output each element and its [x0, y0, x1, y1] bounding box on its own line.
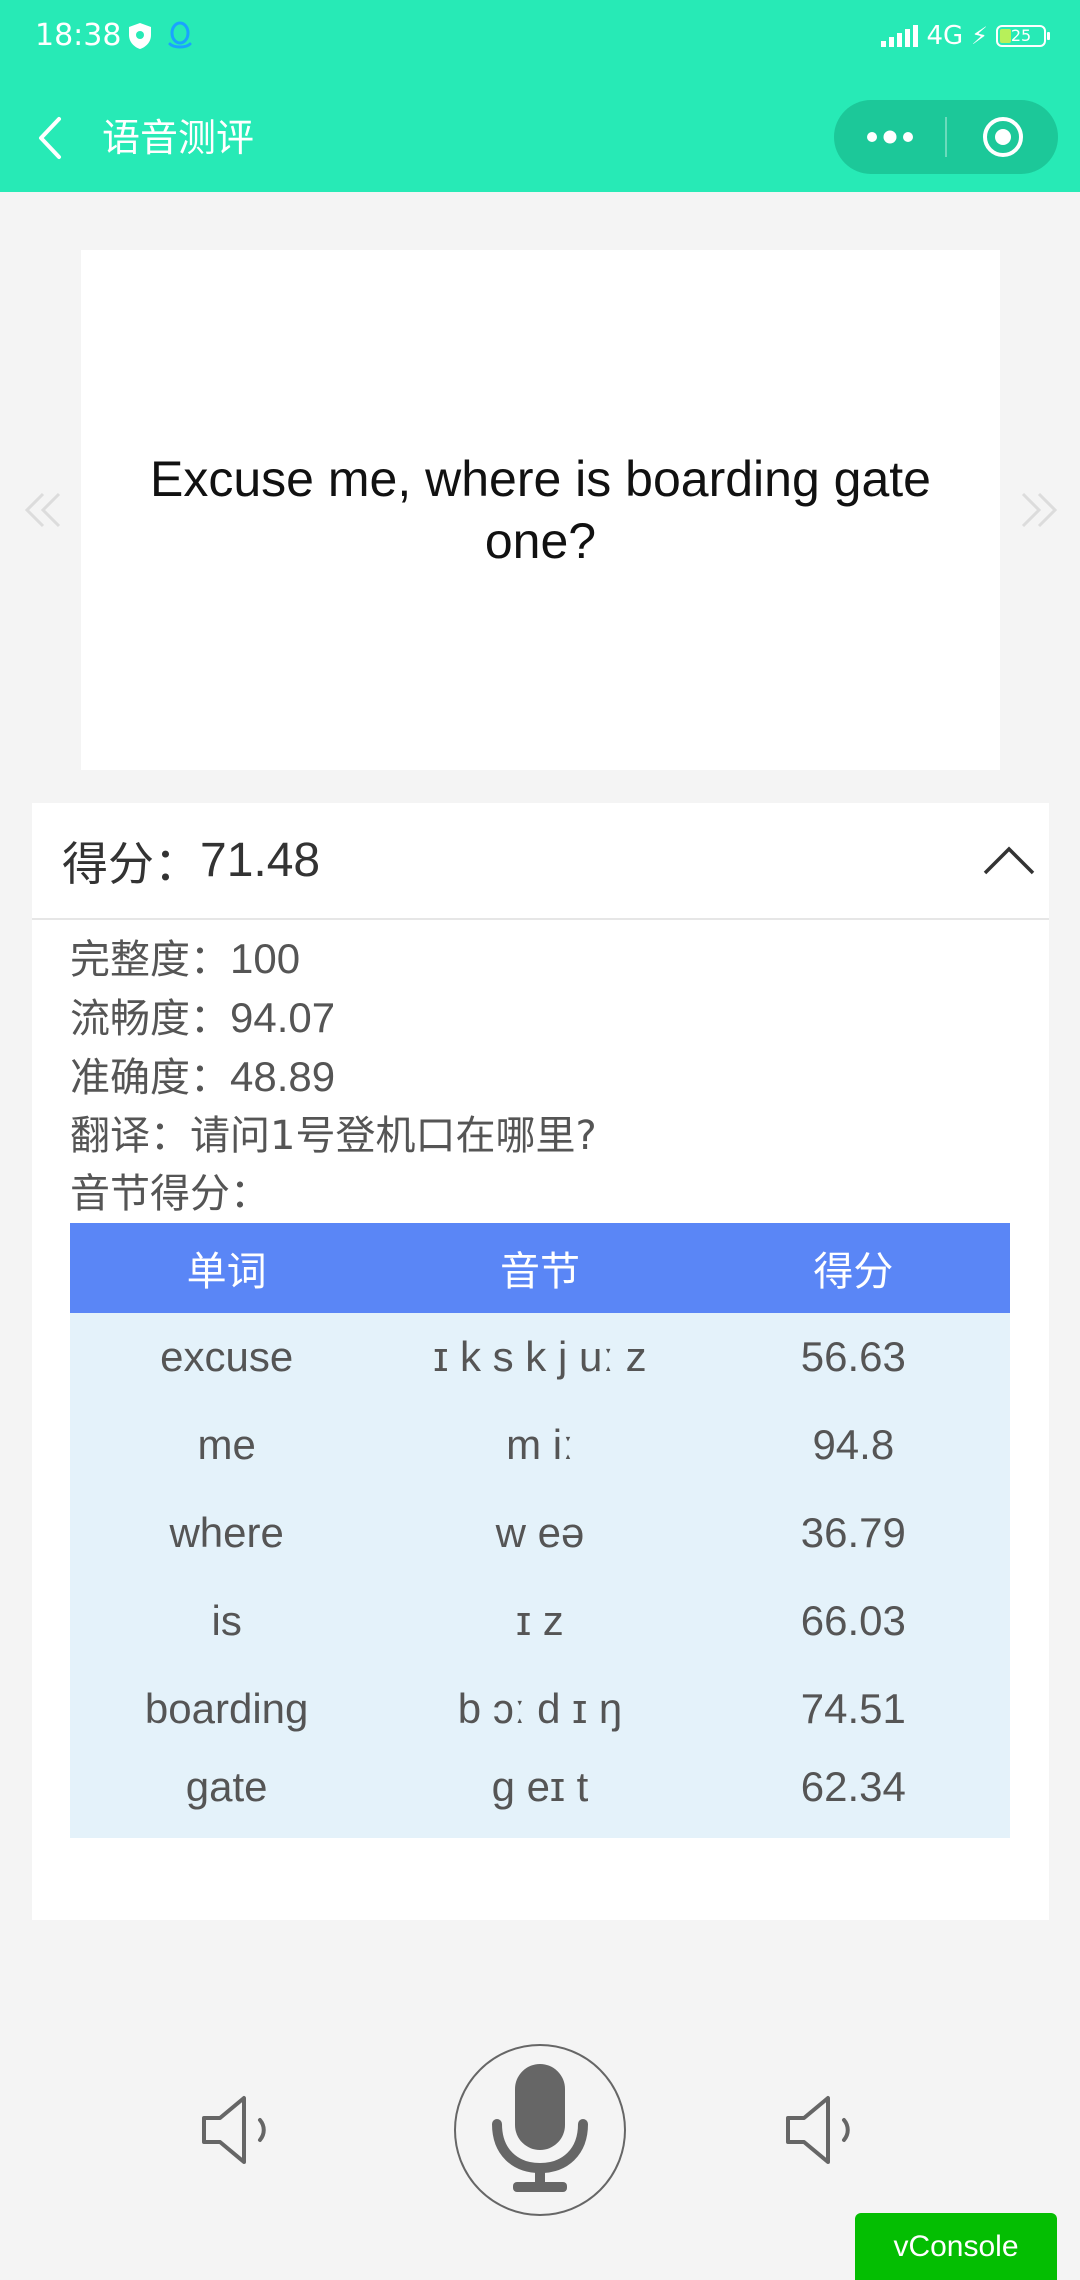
cell-word: me [70, 1401, 384, 1489]
back-button[interactable] [26, 108, 74, 168]
cell-word: is [70, 1577, 384, 1665]
qq-icon [168, 21, 192, 49]
score-label: 得分： [62, 836, 200, 891]
table-header-row: 单词 音节 得分 [70, 1223, 1010, 1313]
more-button[interactable] [834, 100, 945, 174]
charging-icon: ⚡ [971, 22, 988, 50]
column-header-word: 单词 [70, 1223, 384, 1313]
table-row: gate g eɪ t 62.34 [70, 1753, 1010, 1838]
table-row: me m iː 94.8 [70, 1401, 1010, 1489]
battery-level: 25 [1010, 26, 1032, 45]
signal-icon [881, 25, 919, 47]
network-type: 4G [926, 21, 964, 51]
double-chevron-right-icon [1021, 492, 1058, 528]
cell-word: gate [70, 1753, 384, 1838]
chevron-left-icon [39, 117, 61, 159]
cell-word: excuse [70, 1313, 384, 1401]
next-sentence-button[interactable] [1014, 485, 1064, 535]
score-panel: 得分： 71.48 完整度：100 流畅度：94.07 准确度：48.89 翻译… [32, 803, 1049, 1920]
chevron-up-icon[interactable] [981, 835, 1037, 885]
cell-word: boarding [70, 1665, 384, 1753]
syllable-score-title: 音节得分： [70, 1171, 270, 1217]
shield-icon [129, 23, 151, 49]
more-dots-icon [866, 130, 913, 144]
sentence-text: Excuse me, where is boarding gate one? [150, 451, 931, 569]
close-button[interactable] [947, 100, 1058, 174]
table-row: is ɪ z 66.03 [70, 1577, 1010, 1665]
detail-fluency: 流畅度：94.07 [70, 994, 336, 1042]
detail-accuracy: 准确度：48.89 [70, 1053, 336, 1101]
table-row: where w eə 36.79 [70, 1489, 1010, 1577]
microphone-icon [492, 2064, 588, 2192]
battery-icon: 25 [996, 25, 1050, 47]
cell-score: 94.8 [696, 1401, 1010, 1489]
cell-score: 62.34 [696, 1753, 1010, 1838]
detail-translation: 翻译：请问1号登机口在哪里? [70, 1113, 597, 1159]
table-row: boarding b ɔː d ɪ ŋ 74.51 [70, 1665, 1010, 1753]
prev-sentence-button[interactable] [18, 485, 68, 535]
target-close-icon [982, 117, 1023, 157]
battery-fill [1000, 29, 1011, 43]
table-row: excuse ɪ k s k j uː z 56.63 [70, 1313, 1010, 1401]
cell-score: 66.03 [696, 1577, 1010, 1665]
speaker-icon[interactable] [782, 2092, 866, 2168]
record-button[interactable] [454, 2044, 626, 2216]
cell-syllable: w eə [383, 1489, 697, 1577]
cell-syllable: ɪ k s k j uː z [383, 1313, 697, 1401]
column-header-score: 得分 [696, 1223, 1010, 1313]
detail-completeness: 完整度：100 [70, 935, 301, 983]
cell-score: 56.63 [696, 1313, 1010, 1401]
cell-score: 36.79 [696, 1489, 1010, 1577]
cell-syllable: g eɪ t [383, 1753, 697, 1838]
page-title: 语音测评 [102, 116, 255, 160]
cell-score: 74.51 [696, 1665, 1010, 1753]
status-time: 18:38 [35, 18, 122, 53]
cell-syllable: b ɔː d ɪ ŋ [383, 1665, 697, 1753]
vconsole-button[interactable]: vConsole [855, 2213, 1057, 2280]
cell-syllable: m iː [383, 1401, 697, 1489]
score-details: 完整度：100 流畅度：94.07 准确度：48.89 翻译：请问1号登机口在哪… [32, 920, 1049, 1223]
sentence-card: Excuse me, where is boarding gate one? [81, 250, 1000, 770]
double-chevron-left-icon [24, 492, 61, 528]
speaker-icon[interactable] [198, 2092, 282, 2168]
cell-word: where [70, 1489, 384, 1577]
score-value: 71.48 [200, 834, 321, 887]
cell-syllable: ɪ z [383, 1577, 697, 1665]
syllable-table: 单词 音节 得分 excuse ɪ k s k j uː z 56.63 me … [70, 1223, 1010, 1838]
status-indicators: 4G ⚡ 25 [881, 16, 1050, 56]
column-header-syllable: 音节 [383, 1223, 697, 1313]
mini-program-capsule [834, 100, 1058, 174]
score-header[interactable]: 得分： 71.48 [32, 803, 1049, 920]
header-bar: 18:38 4G ⚡ 25 语音测评 [0, 0, 1080, 192]
